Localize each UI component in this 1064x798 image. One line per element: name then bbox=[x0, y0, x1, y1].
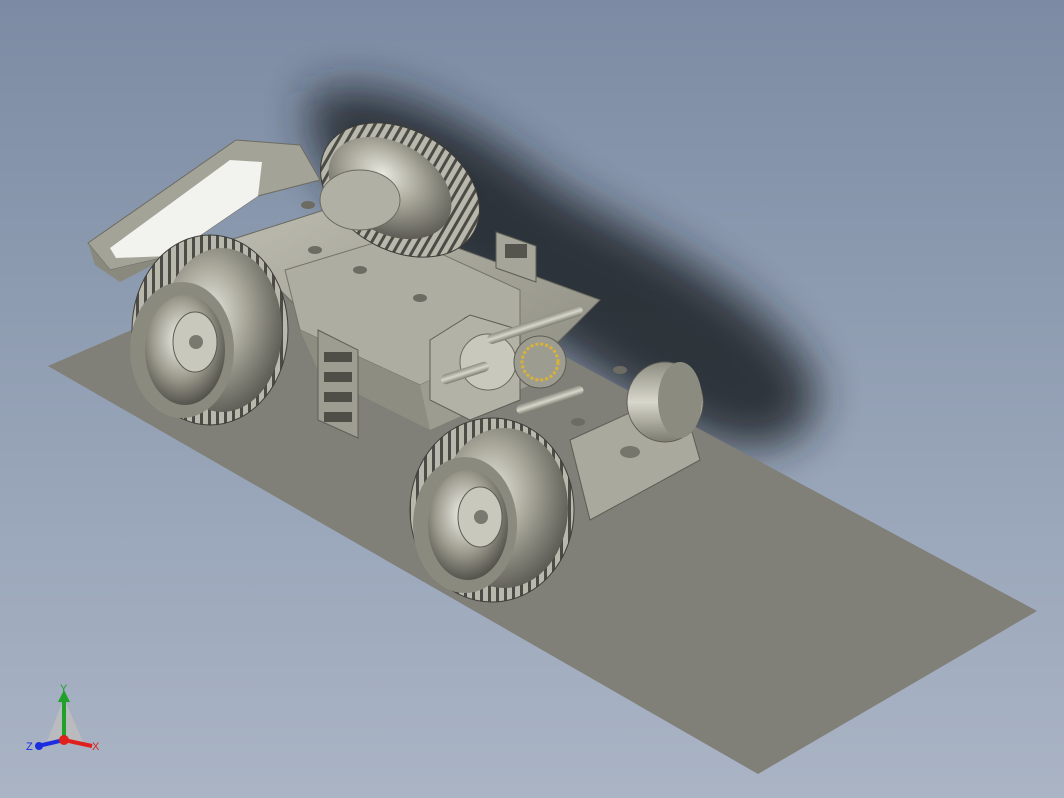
mount-hole bbox=[308, 246, 322, 254]
wheel-front-left[interactable] bbox=[130, 234, 289, 426]
model-scene[interactable] bbox=[0, 0, 1064, 798]
mount-hole bbox=[301, 201, 315, 209]
axis-triad[interactable]: Y X Z bbox=[22, 682, 112, 762]
mount-hole bbox=[613, 366, 627, 374]
wheel-front-right[interactable] bbox=[409, 417, 575, 603]
mount-hole bbox=[413, 294, 427, 302]
x-axis-label: X bbox=[92, 741, 100, 753]
cad-viewport[interactable]: Y X Z bbox=[0, 0, 1064, 798]
z-axis-end bbox=[35, 742, 43, 750]
mount-hole bbox=[353, 266, 367, 274]
z-axis-label: Z bbox=[26, 741, 33, 753]
mount-hole bbox=[620, 446, 640, 458]
triad-origin bbox=[59, 735, 69, 745]
mount-hole bbox=[571, 418, 585, 426]
y-axis-label: Y bbox=[60, 683, 68, 695]
